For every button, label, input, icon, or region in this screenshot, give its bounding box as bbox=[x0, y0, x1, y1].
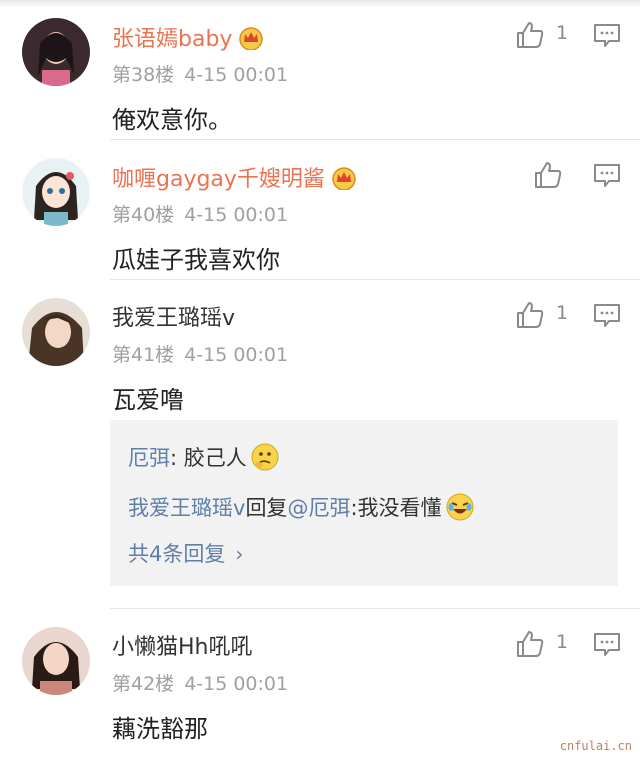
crown-icon bbox=[238, 26, 264, 57]
floor-number: 第40楼 bbox=[112, 204, 175, 226]
reply-preview[interactable]: 厄弭: 胶己人 我爱王璐瑶v回复@厄弭:我没看懂 共4条回复 › bbox=[110, 420, 618, 586]
comment-text: 瓜娃子我喜欢你 bbox=[112, 246, 280, 274]
username[interactable]: 张语嫣baby bbox=[112, 26, 264, 57]
username[interactable]: 我爱王璐瑶v bbox=[112, 306, 235, 332]
timestamp: 4-15 00:01 bbox=[184, 204, 289, 226]
comment-text: 俺欢意你。 bbox=[112, 106, 232, 134]
reply-username[interactable]: 厄弭 bbox=[128, 446, 170, 470]
floor-number: 第41楼 bbox=[112, 344, 175, 366]
avatar[interactable] bbox=[22, 627, 90, 695]
like-count: 1 bbox=[556, 302, 569, 324]
avatar[interactable] bbox=[22, 298, 90, 366]
timestamp: 4-15 00:01 bbox=[184, 64, 289, 86]
timestamp: 4-15 00:01 bbox=[184, 673, 289, 695]
thumbs-up-icon[interactable] bbox=[515, 629, 545, 659]
comment-meta: 第38楼 4-15 00:01 bbox=[112, 60, 288, 87]
comment-icon[interactable] bbox=[593, 631, 621, 659]
like-count: 1 bbox=[556, 631, 569, 653]
username[interactable]: 咖喱gaygay千嫂明酱 bbox=[112, 166, 357, 197]
thumbs-up-icon[interactable] bbox=[515, 20, 545, 50]
comment-meta: 第40楼 4-15 00:01 bbox=[112, 200, 288, 227]
more-replies-link[interactable]: 共4条回复 › bbox=[128, 538, 243, 568]
comment-item: 我爱王璐瑶v 第41楼 4-15 00:01 瓦爱噜 1 厄弭: 胶己人 我爱王璐… bbox=[0, 280, 640, 610]
username[interactable]: 小懒猫Hh吼吼 bbox=[112, 635, 253, 661]
thumbs-up-icon[interactable] bbox=[533, 160, 563, 190]
reply-text: 胶己人 bbox=[177, 446, 247, 470]
reply-text: 我没看懂 bbox=[357, 496, 442, 520]
laughing-tears-emoji bbox=[446, 493, 474, 526]
comment-item: 咖喱gaygay千嫂明酱 第40楼 4-15 00:01 瓜娃子我喜欢你 bbox=[0, 140, 640, 280]
comment-icon[interactable] bbox=[593, 22, 621, 50]
watermark: cnfulai.cn bbox=[559, 739, 632, 753]
floor-number: 第42楼 bbox=[112, 673, 175, 695]
comment-meta: 第41楼 4-15 00:01 bbox=[112, 340, 288, 367]
comment-item: 小懒猫Hh吼吼 第42楼 4-15 00:01 藕洗豁那 1 bbox=[0, 609, 640, 759]
thinking-emoji bbox=[251, 443, 279, 476]
thumbs-up-icon[interactable] bbox=[515, 300, 545, 330]
comment-item: 张语嫣baby 第38楼 4-15 00:01 俺欢意你。 1 bbox=[0, 0, 640, 140]
chevron-right-icon: › bbox=[235, 542, 244, 566]
comment-text: 瓦爱噜 bbox=[112, 386, 184, 414]
mention-link[interactable]: @厄弭 bbox=[287, 496, 350, 520]
comment-icon[interactable] bbox=[593, 162, 621, 190]
avatar[interactable] bbox=[22, 18, 90, 86]
like-count: 1 bbox=[556, 22, 569, 44]
floor-number: 第38楼 bbox=[112, 64, 175, 86]
reply-item: 我爱王璐瑶v回复@厄弭:我没看懂 bbox=[128, 492, 474, 526]
avatar[interactable] bbox=[22, 158, 90, 226]
crown-icon bbox=[331, 166, 357, 197]
comment-meta: 第42楼 4-15 00:01 bbox=[112, 669, 288, 696]
comment-text: 藕洗豁那 bbox=[112, 715, 208, 743]
reply-item: 厄弭: 胶己人 bbox=[128, 442, 279, 476]
timestamp: 4-15 00:01 bbox=[184, 344, 289, 366]
reply-username[interactable]: 我爱王璐瑶v bbox=[128, 496, 245, 520]
comment-icon[interactable] bbox=[593, 302, 621, 330]
